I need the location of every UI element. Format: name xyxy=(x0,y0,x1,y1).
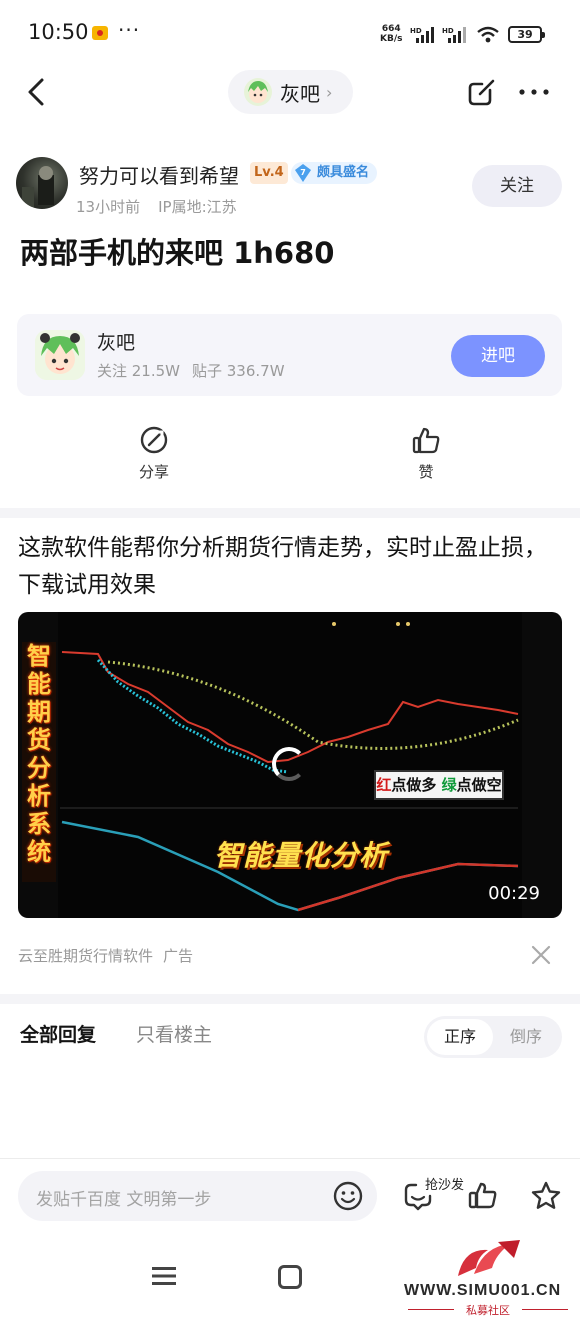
forum-name: 灰吧 xyxy=(97,332,136,354)
bottom-bar-separator xyxy=(0,1158,580,1159)
watermark-site: WWW.SIMU001.CN xyxy=(404,1282,562,1299)
green-label: 绿 xyxy=(441,776,457,794)
watermark-sub: 私募社区 xyxy=(408,1302,568,1318)
diamond-icon: 7 xyxy=(295,164,311,182)
watermark-logo-icon xyxy=(458,1240,520,1276)
comment-icon[interactable] xyxy=(402,1180,434,1212)
forum-avatar xyxy=(35,330,85,380)
enter-forum-button[interactable]: 进吧 xyxy=(451,335,545,377)
green-suffix: 点做空 xyxy=(456,776,502,794)
more-options-icon[interactable] xyxy=(516,74,552,110)
post-time: 13小时前 xyxy=(76,198,141,216)
forum-stats: 关注 21.5W 贴子 336.7W xyxy=(97,360,285,381)
network-speed-unit: KB/s xyxy=(380,34,403,44)
share-icon xyxy=(140,426,168,454)
author-name[interactable]: 努力可以看到希望 xyxy=(79,160,239,189)
more-notifications-icon: ··· xyxy=(118,18,141,42)
sort-toggle: 正序 倒序 xyxy=(424,1016,562,1058)
app-notification-icon xyxy=(92,26,108,40)
title-level-number: 7 xyxy=(300,168,306,177)
ad-video[interactable]: 智能期货分析系统 红点做多 绿点做空 智能量化分析 00:29 xyxy=(18,612,562,918)
red-suffix: 点做多 xyxy=(391,776,437,794)
forum-card[interactable]: 灰吧 关注 21.5W 贴子 336.7W 进吧 xyxy=(17,314,562,396)
forum-chip-label: 灰吧 xyxy=(280,81,320,106)
sort-descending[interactable]: 倒序 xyxy=(493,1019,559,1055)
network-speed-value: 664 xyxy=(381,24,401,34)
status-bar: 10:50 ··· 664 KB/s HD HD 39 xyxy=(0,0,580,64)
wifi-icon xyxy=(477,26,499,43)
ad-tag: 广告 xyxy=(163,947,194,965)
ad-side-title-char: 系 xyxy=(27,810,51,838)
forum-chip-avatar xyxy=(244,78,272,106)
title-badge: 7 颇具盛名 xyxy=(291,162,378,184)
star-icon[interactable] xyxy=(530,1180,562,1212)
like-label: 赞 xyxy=(418,463,434,481)
signal-hd-tag: HD xyxy=(410,27,422,35)
forum-posts: 贴子 336.7W xyxy=(192,362,285,380)
back-arrow-icon[interactable] xyxy=(22,76,52,108)
ad-side-title-char: 能 xyxy=(27,670,51,698)
level-badge: Lv.4 xyxy=(250,162,288,184)
post-title: 两部手机的来吧 1h680 xyxy=(20,236,335,270)
section-divider-2 xyxy=(0,994,580,1004)
system-home-icon[interactable] xyxy=(278,1265,302,1289)
forum-chip[interactable]: 灰吧 › xyxy=(228,70,353,114)
status-time: 10:50 xyxy=(28,20,89,44)
red-label: 红 xyxy=(376,776,392,794)
like-action[interactable]: 赞 xyxy=(386,425,466,495)
cell-signal-icon: HD xyxy=(410,27,434,43)
ad-text[interactable]: 这款软件能帮你分析期货行情走势，实时止盈止损，下载试用效果 xyxy=(18,530,566,604)
author-avatar[interactable] xyxy=(16,157,68,209)
ad-side-title: 智能期货分析系统 xyxy=(22,642,56,882)
close-icon[interactable] xyxy=(528,942,554,968)
reply-input-placeholder: 发贴千百度 文明第一步 xyxy=(36,1190,212,1210)
section-divider xyxy=(0,508,580,518)
ad-side-title-char: 期 xyxy=(27,698,51,726)
share-action[interactable]: 分享 xyxy=(114,425,194,495)
system-menu-icon[interactable] xyxy=(152,1266,176,1286)
ad-signal-legend: 红点做多 绿点做空 xyxy=(374,770,504,800)
share-label: 分享 xyxy=(138,463,169,481)
reply-input[interactable]: 发贴千百度 文明第一步 xyxy=(18,1171,377,1221)
emoji-icon[interactable] xyxy=(332,1180,364,1212)
battery-icon: 39 xyxy=(508,26,545,43)
ad-side-title-char: 货 xyxy=(27,726,51,754)
loading-spinner-icon xyxy=(272,747,306,781)
ad-side-title-char: 析 xyxy=(27,782,51,810)
chevron-right-icon: › xyxy=(326,82,333,102)
ad-side-title-char: 分 xyxy=(27,754,51,782)
ip-location: IP属地:江苏 xyxy=(158,198,237,216)
post-meta: 13小时前 IP属地:江苏 xyxy=(76,196,237,217)
share-edit-icon[interactable] xyxy=(466,76,498,108)
video-duration: 00:29 xyxy=(488,883,540,904)
signal-hd-tag-2: HD xyxy=(442,27,454,35)
network-speed: 664 KB/s xyxy=(380,24,402,44)
ad-source: 云至胜期货行情软件 广告 xyxy=(18,945,193,966)
cell-signal-2-icon: HD xyxy=(442,27,466,43)
title-badge-label: 颇具盛名 xyxy=(317,165,370,180)
thumbs-up-bottom-icon[interactable] xyxy=(467,1180,499,1212)
ad-side-title-char: 智 xyxy=(27,642,51,670)
advertiser-name[interactable]: 云至胜期货行情软件 xyxy=(18,947,153,965)
follow-button[interactable]: 关注 xyxy=(472,165,562,207)
forum-followers: 关注 21.5W xyxy=(97,362,180,380)
ad-banner-text: 智能量化分析 xyxy=(214,839,389,872)
ad-side-title-char: 统 xyxy=(27,838,51,866)
thumbs-up-icon xyxy=(412,427,440,454)
sort-ascending[interactable]: 正序 xyxy=(427,1019,493,1055)
tab-op-only[interactable]: 只看楼主 xyxy=(136,1020,212,1047)
top-nav: 灰吧 › xyxy=(0,64,580,120)
tab-all-replies[interactable]: 全部回复 xyxy=(20,1020,96,1047)
